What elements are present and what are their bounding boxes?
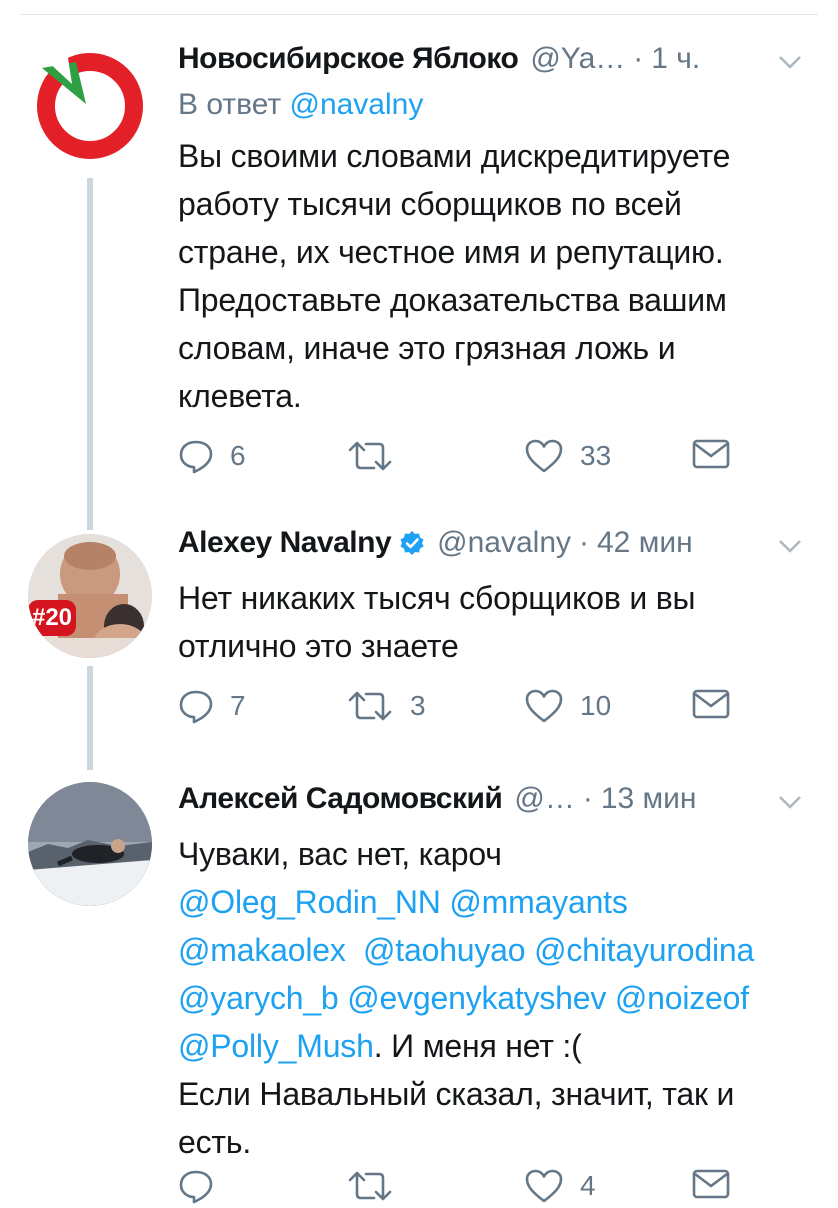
- like-count: 10: [580, 690, 612, 721]
- tweet-header: Новосибирское Яблоко @Ya… · 1 ч.: [178, 42, 802, 86]
- reply-icon: [179, 1170, 213, 1204]
- separator-dot: ·: [582, 782, 593, 815]
- tweet-actions: 4: [178, 1168, 738, 1208]
- mention-line[interactable]: @yarych_b @evgenykatyshev @noizeof: [178, 974, 802, 1022]
- thread-line: [87, 666, 93, 770]
- retweet-icon: [348, 691, 392, 721]
- tweet-line: отлично это знаете: [178, 628, 459, 664]
- avatar-badge: #20: [28, 600, 76, 636]
- tweet-line: клевета.: [178, 378, 302, 414]
- yabloko-logo-icon: [37, 53, 143, 159]
- heart-icon: [525, 1169, 563, 1203]
- tweet-text-tail: . И меня нет :(: [373, 1028, 582, 1064]
- tweet-3[interactable]: Алексей Садомовский @… · 13 мин Чуваки, …: [0, 768, 838, 1204]
- chevron-down-icon[interactable]: [778, 794, 802, 810]
- tweet-line: Вы своими словами дискредитируете: [178, 138, 731, 174]
- reply-count: 6: [230, 440, 246, 471]
- author-handle[interactable]: @…: [514, 782, 574, 816]
- author-name[interactable]: Alexey Navalny: [178, 526, 392, 560]
- tweet-text: Чуваки, вас нет, кароч @Oleg_Rodin_NN @m…: [178, 830, 802, 1166]
- reply-button[interactable]: 7: [178, 688, 246, 724]
- envelope-icon: [692, 439, 730, 469]
- retweet-button[interactable]: [346, 1168, 410, 1204]
- timestamp[interactable]: 42 мин: [597, 526, 693, 560]
- avatar-photo: [28, 534, 152, 658]
- tweet-1[interactable]: Новосибирское Яблоко @Ya… · 1 ч. В ответ…: [0, 0, 838, 522]
- chevron-down-icon[interactable]: [778, 54, 802, 70]
- author-handle[interactable]: @Ya…: [530, 42, 625, 76]
- like-button[interactable]: 4: [524, 1168, 596, 1204]
- author-name[interactable]: Новосибирское Яблоко: [178, 42, 519, 76]
- retweet-icon: [348, 1171, 392, 1201]
- reply-button[interactable]: 6: [178, 438, 246, 474]
- tweet-line: @Polly_Mush. И меня нет :(: [178, 1022, 802, 1070]
- tweet-line: словам, иначе это грязная ложь и: [178, 330, 676, 366]
- timestamp[interactable]: 13 мин: [601, 782, 697, 816]
- heart-icon: [525, 689, 563, 723]
- envelope-icon: [692, 1169, 730, 1199]
- thread-line: [87, 520, 93, 530]
- tweet-actions: 7 3 10: [178, 688, 738, 728]
- mention-link[interactable]: @Polly_Mush: [178, 1028, 374, 1064]
- heart-icon: [525, 439, 563, 473]
- tweet-header: Алексей Садомовский @… · 13 мин: [178, 782, 802, 826]
- tweet-header: Alexey Navalny @navalny · 42 мин: [178, 526, 802, 570]
- tweet-2[interactable]: #20 Alexey Navalny @navalny · 42 мин Нет…: [0, 520, 838, 770]
- reply-icon: [179, 690, 213, 724]
- dm-button[interactable]: [692, 438, 730, 470]
- avatar-yabloko[interactable]: [28, 40, 152, 164]
- retweet-count: 3: [410, 690, 426, 721]
- like-count: 4: [580, 1170, 596, 1201]
- tweet-line: Нет никаких тысяч сборщиков и вы: [178, 580, 696, 616]
- tweet-text: Вы своими словами дискредитируете работу…: [178, 132, 802, 420]
- separator-dot: ·: [633, 42, 644, 75]
- separator-dot: ·: [579, 526, 589, 559]
- chevron-down-icon[interactable]: [778, 538, 802, 554]
- tweet-actions: 6 33: [178, 438, 738, 478]
- reply-to-label: В ответ: [178, 88, 282, 121]
- reply-to-line: В ответ @navalny: [178, 88, 802, 122]
- reply-icon: [179, 440, 213, 474]
- mention-line[interactable]: @Oleg_Rodin_NN @mmayants: [178, 878, 802, 926]
- tweet-line: Если Навальный сказал, значит, так и: [178, 1076, 735, 1112]
- dm-button[interactable]: [692, 1168, 730, 1200]
- reply-count: 7: [230, 690, 246, 721]
- verified-badge-icon: [400, 531, 424, 555]
- tweet-line: работу тысячи сборщиков по всей: [178, 186, 682, 222]
- author-handle[interactable]: @navalny: [437, 526, 571, 560]
- avatar-navalny[interactable]: #20: [28, 534, 152, 658]
- timestamp[interactable]: 1 ч.: [651, 42, 700, 76]
- like-button[interactable]: 10: [524, 688, 611, 724]
- retweet-icon: [348, 441, 392, 471]
- thread-line: [87, 178, 93, 522]
- tweet-text: Нет никаких тысяч сборщиков и вы отлично…: [178, 574, 802, 670]
- retweet-button[interactable]: [346, 438, 410, 474]
- reply-to-handle[interactable]: @navalny: [289, 88, 423, 121]
- mention-line[interactable]: @makaolex @taohuyao @chitayurodina: [178, 926, 802, 974]
- tweet-line: Чуваки, вас нет, кароч: [178, 836, 502, 872]
- tweet-line: есть.: [178, 1124, 252, 1160]
- envelope-icon: [692, 689, 730, 719]
- author-name[interactable]: Алексей Садомовский: [178, 782, 503, 816]
- avatar-photo: [28, 782, 152, 906]
- tweet-line: Предоставьте доказательства вашим: [178, 282, 727, 318]
- retweet-button[interactable]: 3: [346, 688, 426, 724]
- dm-button[interactable]: [692, 688, 730, 720]
- tweet-line: стране, их честное имя и репутацию.: [178, 234, 724, 270]
- avatar-sadomovsky[interactable]: [28, 782, 152, 906]
- like-count: 33: [580, 440, 612, 471]
- reply-button[interactable]: [178, 1168, 230, 1204]
- like-button[interactable]: 33: [524, 438, 611, 474]
